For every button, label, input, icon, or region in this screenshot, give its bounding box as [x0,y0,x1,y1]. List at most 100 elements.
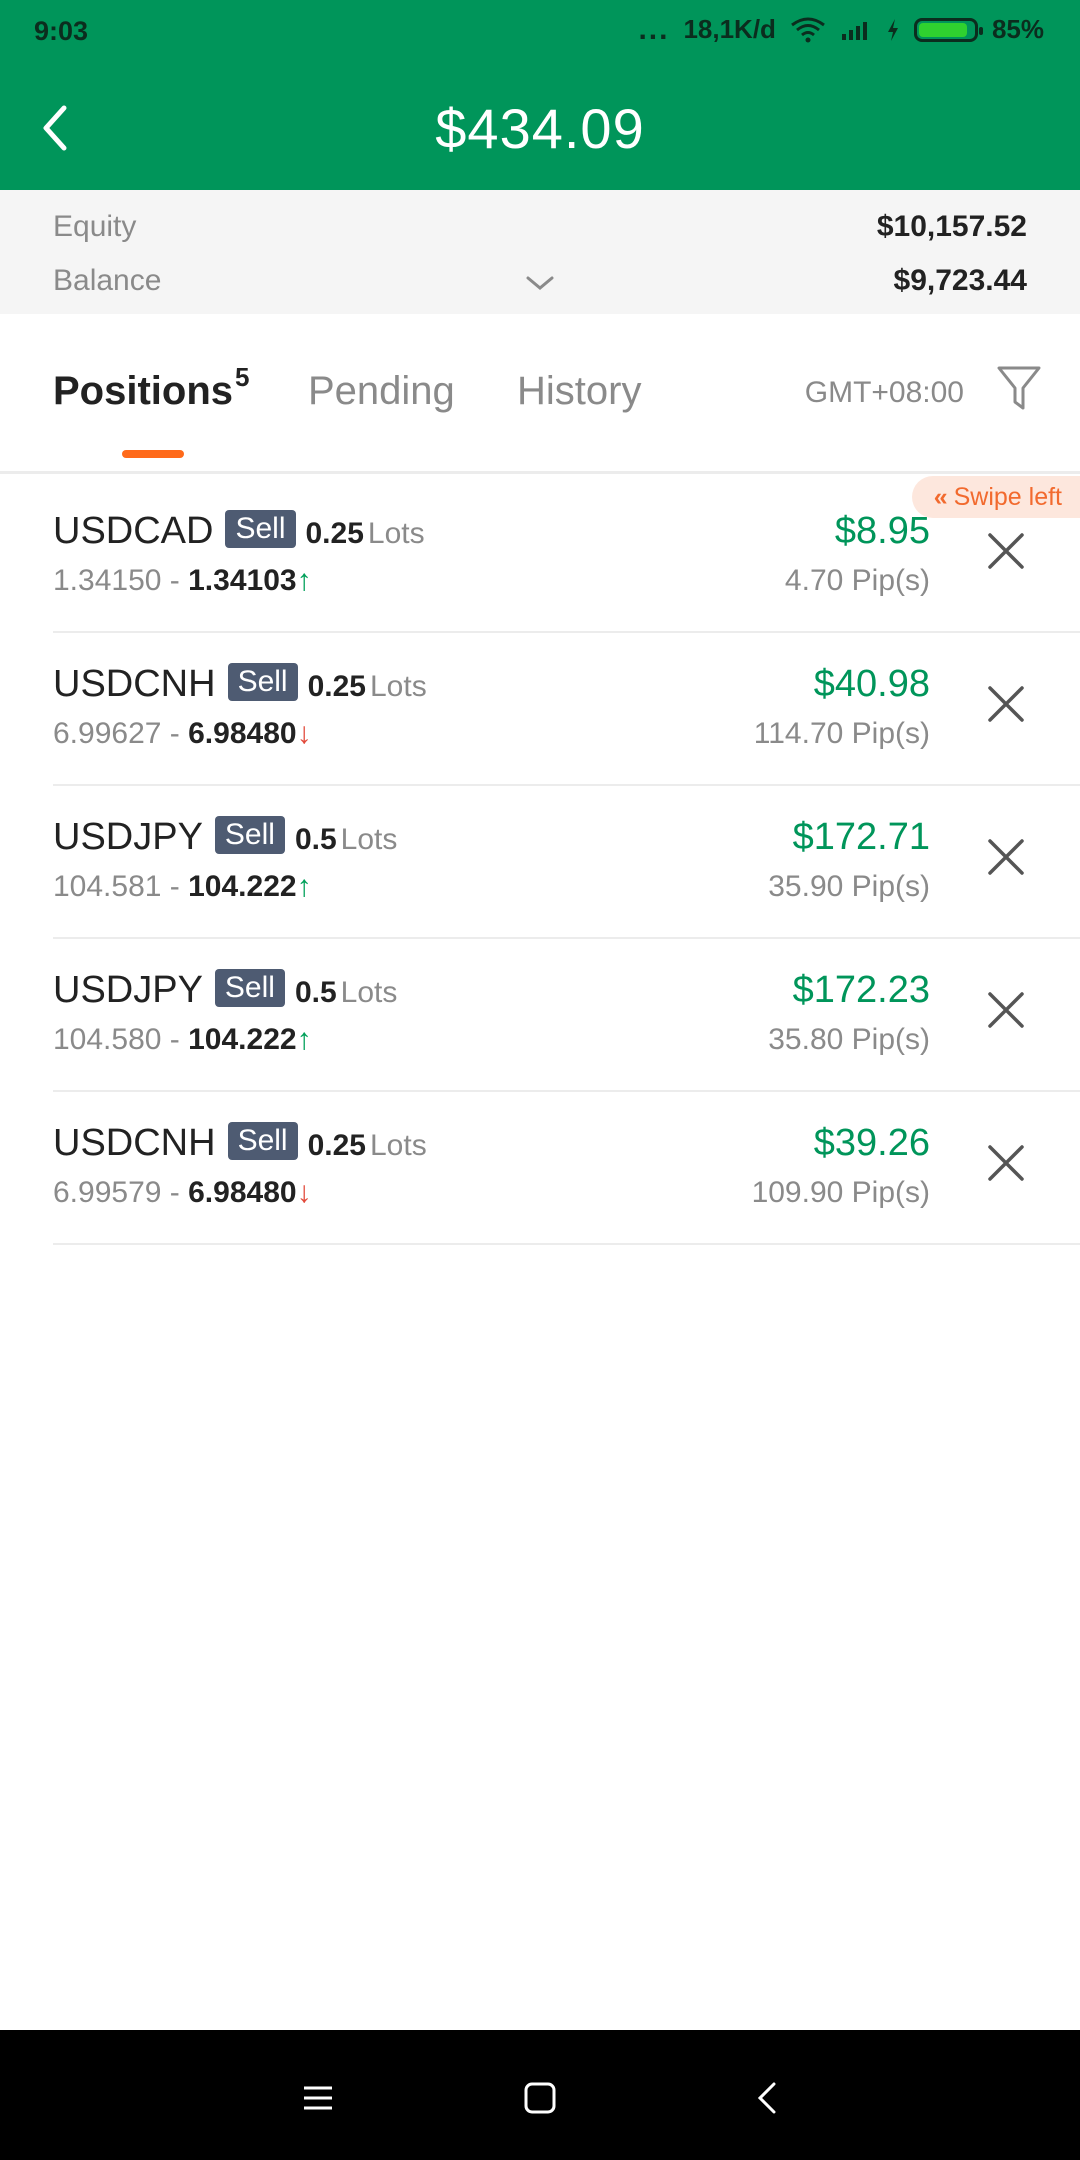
battery-icon [913,17,983,42]
position-row[interactable]: USDCNH Sell 0.25 Lots 6.99627 - 6.98480↓ $4… [0,633,1080,786]
price-separator: - [161,870,189,903]
network-speed: 18,1K/d [683,14,776,44]
positions-count-badge: 5 [235,362,250,392]
position-prices: 104.581 - 104.222↑ [53,870,312,904]
pips-value: 35.80 Pip(s) [768,1023,930,1056]
nav-bar: $434.09 [0,66,1080,190]
pips-value: 4.70 Pip(s) [784,564,930,597]
current-price: 104.222 [188,1023,297,1056]
open-price: 1.34150 [53,564,162,597]
account-summary[interactable]: Equity $10,157.52 Balance $9,723.44 [0,190,1080,314]
position-symbol: USDCAD [53,510,214,552]
lots-label: Lots [369,1129,427,1162]
lots-label: Lots [340,976,398,1009]
position-lots: 0.25 [307,1129,366,1162]
close-icon[interactable] [986,531,1026,571]
current-price: 104.222 [188,870,297,903]
system-nav-bar [0,2030,1080,2160]
arrow-up-icon: ↑ [296,1023,312,1056]
filter-icon[interactable] [996,364,1042,412]
price-separator: - [161,1023,189,1056]
back-nav-icon[interactable] [748,2078,788,2118]
price-separator: - [161,564,189,597]
position-prices: 1.34150 - 1.34103↑ [53,564,312,598]
tab-history[interactable]: History [517,369,641,414]
tab-positions[interactable]: Positions5 [53,362,250,414]
pips-value: 109.90 Pip(s) [751,1176,930,1209]
tab-pending[interactable]: Pending [308,369,455,414]
lots-label: Lots [367,517,425,550]
signal-icon [841,21,867,40]
current-price: 6.98480 [188,717,297,750]
current-price: 1.34103 [188,564,297,597]
position-row[interactable]: USDJPY Sell 0.5 Lots 104.581 - 104.222↑ $17… [0,786,1080,939]
tab-bar: Positions5 Pending History GMT+08:00 [0,314,1080,474]
position-lots: 0.5 [294,976,337,1009]
active-tab-indicator [122,450,184,458]
current-price: 6.98480 [188,1176,297,1209]
open-price: 104.580 [53,1023,162,1056]
position-main: USDJPY Sell 0.5 Lots [53,815,398,859]
pips-value: 114.70 Pip(s) [753,717,930,750]
side-badge: Sell [227,662,298,701]
tab-positions-label: Positions [53,369,234,413]
position-symbol: USDCNH [53,663,216,705]
home-icon[interactable] [520,2078,560,2118]
status-bar: 9:03 ... 18,1K/d 85% [0,0,1080,66]
app-root: 9:03 ... 18,1K/d 85% $434.09 Equity $10,… [0,0,1080,2160]
position-row[interactable]: USDCNH Sell 0.25 Lots 6.99579 - 6.98480↓ $3… [0,1092,1080,1245]
positions-list: USDCAD Sell 0.25 Lots 1.34150 - 1.34103↑ $8… [0,480,1080,1245]
position-symbol: USDJPY [53,969,203,1011]
close-icon[interactable] [986,990,1026,1030]
status-dots: ... [638,12,670,46]
profit-loss: $172.23 [792,969,930,1011]
position-row[interactable]: USDJPY Sell 0.5 Lots 104.580 - 104.222↑ $17… [0,939,1080,1092]
side-badge: Sell [227,1121,298,1160]
position-symbol: USDCNH [53,1122,216,1164]
balance-label: Balance [53,264,162,297]
header-bar: 9:03 ... 18,1K/d 85% $434.09 [0,0,1080,190]
position-lots: 0.25 [307,670,366,703]
position-row[interactable]: USDCAD Sell 0.25 Lots 1.34150 - 1.34103↑ $8… [0,480,1080,633]
timezone-label[interactable]: GMT+08:00 [805,376,964,410]
menu-icon[interactable] [298,2078,338,2118]
profit-loss: $39.26 [813,1122,930,1164]
chevron-down-icon[interactable] [524,272,556,294]
side-badge: Sell [214,968,285,1007]
position-prices: 6.99627 - 6.98480↓ [53,717,312,751]
close-icon[interactable] [986,837,1026,877]
arrow-down-icon: ↓ [296,1176,312,1209]
position-symbol: USDJPY [53,816,203,858]
arrow-up-icon: ↑ [296,564,312,597]
position-prices: 104.580 - 104.222↑ [53,1023,312,1057]
position-main: USDJPY Sell 0.5 Lots [53,968,398,1012]
side-badge: Sell [225,509,296,548]
balance-value: $9,723.44 [893,264,1027,297]
price-separator: - [161,717,189,750]
equity-row: Equity $10,157.52 [53,210,1027,250]
page-title: $434.09 [435,97,645,160]
charging-icon [887,18,898,41]
arrow-up-icon: ↑ [296,870,312,903]
position-lots: 0.5 [294,823,337,856]
open-price: 6.99627 [53,717,162,750]
equity-label: Equity [53,210,137,243]
status-time: 9:03 [34,16,89,46]
lots-label: Lots [340,823,398,856]
close-icon[interactable] [986,1143,1026,1183]
wifi-icon [791,17,825,42]
position-main: USDCAD Sell 0.25 Lots [53,509,425,553]
arrow-down-icon: ↓ [296,717,312,750]
position-prices: 6.99579 - 6.98480↓ [53,1176,312,1210]
side-badge: Sell [214,815,285,854]
equity-value: $10,157.52 [876,210,1027,243]
position-main: USDCNH Sell 0.25 Lots [53,1121,427,1165]
open-price: 6.99579 [53,1176,162,1209]
close-icon[interactable] [986,684,1026,724]
battery-percent: 85% [991,14,1044,44]
status-right: ... 18,1K/d 85% [638,14,1044,45]
price-separator: - [161,1176,189,1209]
pips-value: 35.90 Pip(s) [768,870,930,903]
profit-loss: $8.95 [834,510,930,552]
lots-label: Lots [369,670,427,703]
